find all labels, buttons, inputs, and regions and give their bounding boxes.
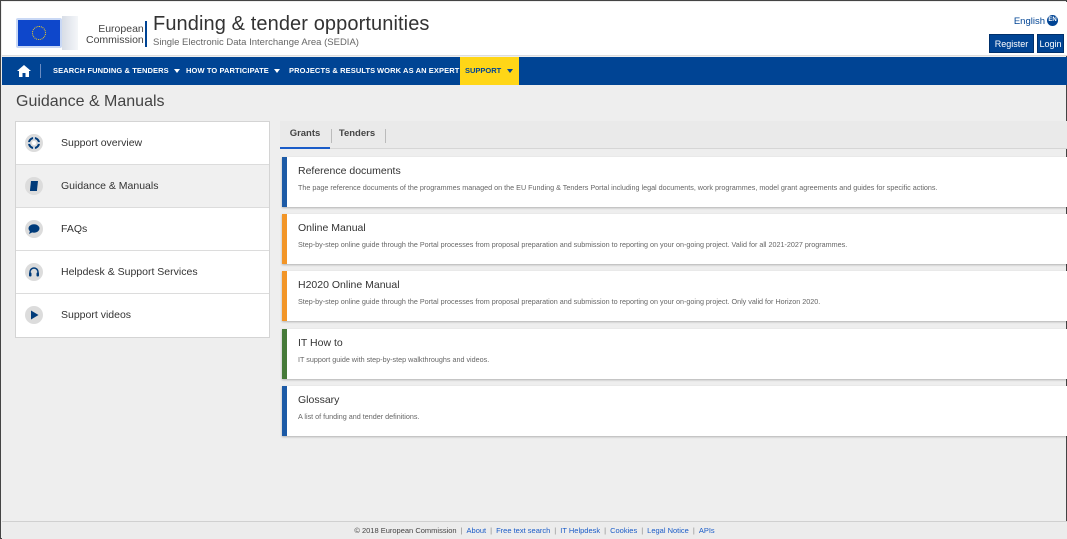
sidebar-item-label: Guidance & Manuals (61, 180, 159, 192)
language-selector[interactable]: English (1014, 16, 1045, 27)
card-title: Reference documents (298, 165, 401, 177)
card-description: The page reference documents of the prog… (298, 183, 938, 192)
nav-item-label: SEARCH FUNDING & TENDERS (53, 66, 169, 75)
nav-how-to-participate[interactable]: HOW TO PARTICIPATE (186, 57, 280, 85)
sidebar-item-helpdesk[interactable]: Helpdesk & Support Services (16, 251, 269, 294)
card-glossary[interactable]: Glossary A list of funding and tender de… (282, 386, 1067, 436)
nav-search-funding-tenders[interactable]: SEARCH FUNDING & TENDERS (53, 57, 180, 85)
sidebar-item-faqs[interactable]: FAQs (16, 208, 269, 251)
nav-item-label: SUPPORT (465, 66, 502, 75)
nav-support[interactable]: SUPPORT (460, 57, 519, 85)
logo-line-commission: Commission (86, 34, 144, 46)
book-icon (25, 177, 43, 195)
footer-link-about[interactable]: About (467, 526, 487, 535)
card-title: H2020 Online Manual (298, 279, 400, 291)
headset-icon (25, 263, 43, 281)
tab-separator (385, 129, 386, 143)
login-button[interactable]: Login (1037, 34, 1064, 53)
language-code-icon[interactable]: EN (1047, 15, 1058, 26)
tab-grants[interactable]: Grants (280, 121, 330, 149)
footer-link-cookies[interactable]: Cookies (610, 526, 637, 535)
footer-copyright: © 2018 European Commission (354, 526, 457, 535)
page-title: Guidance & Manuals (16, 93, 165, 110)
nav-item-label: PROJECTS & RESULTS (289, 66, 376, 75)
sidebar-item-support-videos[interactable]: Support videos (16, 294, 269, 337)
caret-down-icon (273, 69, 280, 74)
logo-decoration (62, 16, 78, 50)
sidebar-item-guidance-manuals[interactable]: Guidance & Manuals (16, 165, 269, 208)
sidebar: Support overview Guidance & Manuals FAQs… (15, 121, 270, 338)
site-footer: © 2018 European Commission | About | Free te… (2, 521, 1067, 539)
card-online-manual[interactable]: Online Manual Step-by-step online guide … (282, 214, 1067, 264)
tab-bar: Grants Tenders (280, 121, 1067, 149)
footer-link-apis[interactable]: APIs (699, 526, 715, 535)
nav-item-label: WORK AS AN EXPERT (377, 66, 460, 75)
page-frame: European Commission Funding & tender opp… (0, 0, 1067, 539)
sidebar-item-support-overview[interactable]: Support overview (16, 122, 269, 165)
footer-link-it-helpdesk[interactable]: IT Helpdesk (560, 526, 600, 535)
nav-separator (40, 64, 41, 78)
caret-down-icon (173, 69, 180, 74)
card-title: Online Manual (298, 222, 366, 234)
footer-link-free-text-search[interactable]: Free text search (496, 526, 550, 535)
card-reference-documents[interactable]: Reference documents The page reference d… (282, 157, 1067, 207)
card-description: IT support guide with step-by-step walkt… (298, 355, 490, 364)
card-description: A list of funding and tender definitions… (298, 412, 420, 421)
caret-down-icon (507, 69, 514, 74)
site-subtitle: Single Electronic Data Interchange Area … (153, 37, 359, 48)
sidebar-item-label: Helpdesk & Support Services (61, 266, 198, 278)
card-title: Glossary (298, 394, 340, 406)
commission-logo-text[interactable]: European Commission (86, 24, 144, 46)
speech-bubble-icon (25, 220, 43, 238)
nav-work-as-expert[interactable]: WORK AS AN EXPERT (377, 57, 459, 85)
logo-divider (145, 21, 147, 47)
card-description: Step-by-step online guide through the Po… (298, 240, 848, 249)
site-title[interactable]: Funding & tender opportunities (153, 13, 430, 36)
main-navigation: SEARCH FUNDING & TENDERS HOW TO PARTICIP… (2, 57, 1067, 85)
card-title: IT How to (298, 337, 343, 349)
card-description: Step-by-step online guide through the Po… (298, 297, 821, 306)
card-h2020-online-manual[interactable]: H2020 Online Manual Step-by-step online … (282, 271, 1067, 321)
home-icon[interactable] (16, 63, 32, 79)
sidebar-item-label: Support overview (61, 137, 143, 149)
card-it-how-to[interactable]: IT How to IT support guide with step-by-… (282, 329, 1067, 379)
footer-link-legal-notice[interactable]: Legal Notice (647, 526, 689, 535)
register-button[interactable]: Register (989, 34, 1034, 53)
play-icon (25, 306, 43, 324)
site-header: European Commission Funding & tender opp… (2, 2, 1067, 56)
sidebar-item-label: FAQs (61, 223, 88, 235)
tab-tenders[interactable]: Tenders (332, 121, 382, 149)
lifebuoy-icon (25, 134, 43, 152)
sidebar-item-label: Support videos (61, 309, 132, 321)
nav-projects-results[interactable]: PROJECTS & RESULTS (289, 57, 375, 85)
nav-item-label: HOW TO PARTICIPATE (186, 66, 269, 75)
eu-flag-logo[interactable] (16, 18, 62, 48)
